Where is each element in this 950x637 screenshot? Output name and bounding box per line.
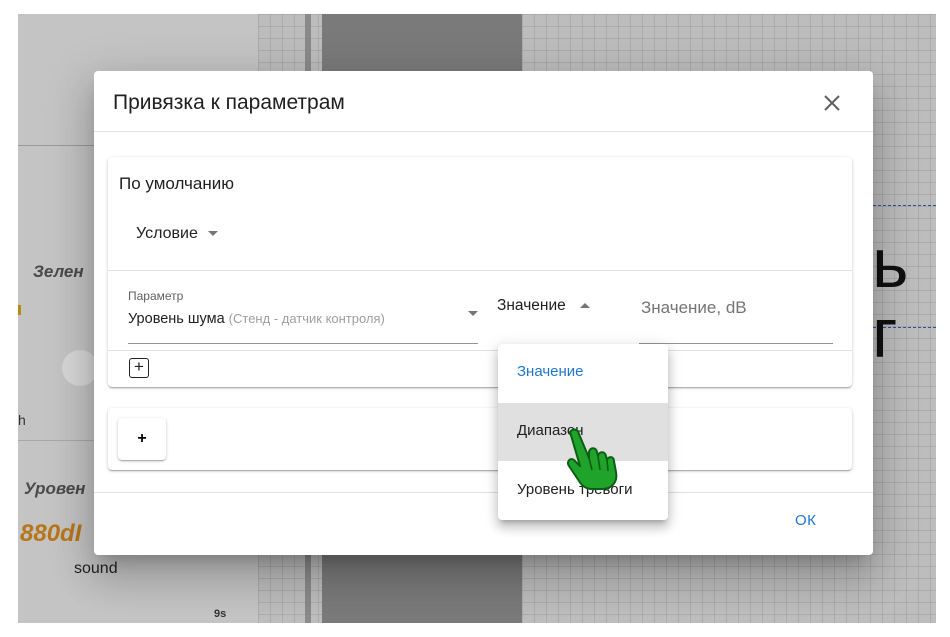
- widget-value: 880dI: [20, 520, 82, 547]
- menu-item-value[interactable]: Значение: [498, 344, 668, 402]
- marker: [18, 305, 21, 315]
- ok-button[interactable]: ОК: [795, 512, 816, 529]
- widget-sound-label: sound: [74, 560, 118, 577]
- page-margin: [0, 623, 950, 637]
- value-field[interactable]: [639, 285, 837, 344]
- hand-pointer-icon: [566, 428, 618, 490]
- close-icon: [824, 95, 840, 111]
- big-text-fragment: ь г: [872, 224, 909, 372]
- default-condition-card: По умолчанию Условие Параметр Уровень шу…: [108, 157, 852, 387]
- chevron-down-icon: [468, 311, 478, 316]
- dashed-guide: [873, 205, 936, 206]
- page-margin: [0, 0, 18, 637]
- time-tick: 9s: [214, 608, 227, 620]
- chevron-down-icon: [207, 231, 218, 237]
- mode-value: Значение: [497, 297, 566, 314]
- parameter-label: Параметр: [128, 289, 184, 303]
- divider: [94, 131, 873, 132]
- menu-item-label: Значение: [517, 363, 584, 380]
- dialog-title: Привязка к параметрам: [113, 91, 345, 114]
- chevron-up-icon: [579, 303, 590, 309]
- condition-label: Условие: [136, 225, 198, 242]
- card-title: По умолчанию: [119, 174, 234, 193]
- binding-dialog: Привязка к параметрам По умолчанию Услов…: [94, 71, 873, 555]
- divider: [94, 492, 873, 493]
- add-condition-button[interactable]: +: [118, 418, 166, 460]
- parameter-select[interactable]: Параметр Уровень шума (Стенд - датчик ко…: [128, 285, 478, 344]
- knob: [62, 350, 98, 386]
- add-condition-card: +: [108, 408, 852, 470]
- page-margin: [0, 0, 950, 14]
- divider: [108, 350, 852, 351]
- close-button[interactable]: [817, 88, 847, 118]
- widget-label-level: Уровен: [24, 479, 86, 498]
- add-row-button[interactable]: +: [129, 358, 149, 378]
- parameter-name: Уровень шума: [128, 311, 225, 327]
- widget-fragment: h: [18, 412, 26, 428]
- parameter-value: Уровень шума (Стенд - датчик контроля): [128, 311, 385, 327]
- condition-select[interactable]: Условие: [136, 225, 218, 243]
- value-input[interactable]: [639, 297, 837, 319]
- widget-label-green: Зелен: [33, 262, 84, 281]
- parameter-source: (Стенд - датчик контроля): [228, 311, 385, 326]
- mode-select[interactable]: Значение: [497, 297, 590, 315]
- divider: [108, 270, 852, 271]
